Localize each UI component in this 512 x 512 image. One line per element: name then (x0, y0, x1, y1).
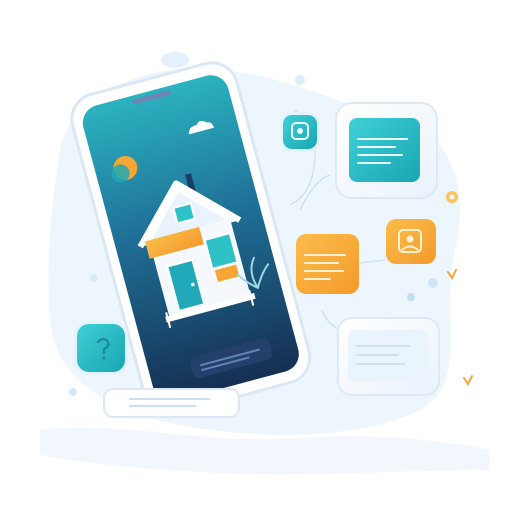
home-card-orange (386, 219, 436, 264)
search-bar-card (103, 388, 240, 418)
chat-bubble-orange (296, 234, 359, 294)
settings-badge (280, 112, 320, 152)
question-badge (74, 321, 128, 375)
message-card-top (335, 102, 438, 199)
smartphone-real-estate-illustration (40, 52, 490, 475)
illustration-stage (0, 0, 512, 512)
message-card-bottom (337, 317, 440, 396)
